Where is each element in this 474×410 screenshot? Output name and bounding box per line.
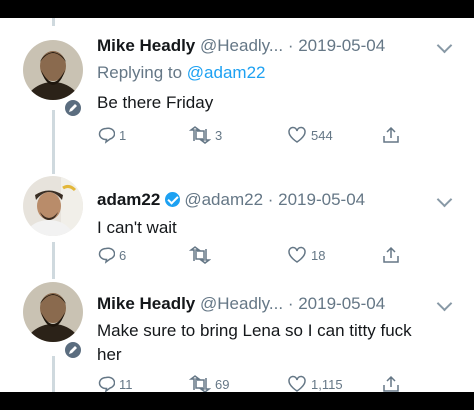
tweet-actions: 1 3 544 — [97, 126, 427, 150]
edit-badge[interactable] — [63, 340, 83, 360]
tweet-text: Make sure to bring Lena so I can titty f… — [97, 321, 412, 364]
avatar[interactable] — [23, 282, 83, 342]
tweet-text: I can't wait — [97, 218, 177, 237]
tweet-actions: 6 18 — [97, 246, 427, 270]
chevron-down-icon[interactable] — [436, 295, 453, 312]
like-button[interactable]: 544 — [287, 126, 333, 144]
author-handle[interactable]: @adam22 — [184, 190, 263, 209]
separator: · — [287, 36, 299, 55]
separator: · — [263, 190, 279, 209]
bearded-man-avatar-icon — [23, 40, 83, 100]
pencil-icon — [69, 346, 77, 354]
share-button[interactable] — [382, 126, 400, 144]
share-icon — [383, 126, 399, 143]
heart-icon — [288, 375, 306, 392]
author-handle[interactable]: @Headly... — [200, 294, 283, 313]
share-icon — [383, 375, 399, 392]
replying-prefix: Replying to — [97, 63, 187, 82]
share-button[interactable] — [382, 375, 400, 392]
chevron-down-icon[interactable] — [436, 191, 453, 208]
verified-icon — [165, 192, 181, 207]
tweet-date[interactable]: 2019-05-04 — [298, 294, 385, 313]
replying-to-handle[interactable]: @adam22 — [187, 63, 266, 82]
like-count: 544 — [311, 127, 333, 143]
edit-badge[interactable] — [63, 98, 83, 118]
tweet-thread: Mike Headly @Headly... · 2019-05-04 Repl… — [0, 18, 474, 392]
heart-icon — [288, 126, 306, 143]
reply-count: 6 — [119, 247, 127, 263]
replying-to: Replying to @adam22 — [97, 63, 265, 83]
tweet[interactable]: adam22 @adam22 · 2019-05-04 I can't wait … — [0, 166, 474, 266]
like-count: 1,115 — [311, 376, 343, 392]
retweet-icon — [189, 375, 211, 392]
retweet-count: 3 — [215, 127, 223, 143]
share-icon — [383, 246, 399, 263]
avatar[interactable] — [23, 40, 83, 100]
author-name[interactable]: Mike Headly — [97, 294, 195, 313]
tweet-date[interactable]: 2019-05-04 — [278, 190, 365, 209]
retweet-count: 69 — [215, 376, 230, 392]
reply-icon — [98, 247, 115, 264]
heart-icon — [288, 246, 306, 263]
reply-count: 1 — [119, 127, 127, 143]
reply-button[interactable]: 6 — [97, 246, 126, 264]
tweet-header: Mike Headly @Headly... · 2019-05-04 — [97, 294, 464, 318]
tweet[interactable]: Mike Headly @Headly... · 2019-05-04 Repl… — [0, 18, 474, 158]
tweet-date[interactable]: 2019-05-04 — [298, 36, 385, 55]
bearded-man-avatar-icon — [23, 282, 83, 342]
tweet-text: Be there Friday — [97, 93, 214, 112]
separator: · — [287, 294, 299, 313]
tweet[interactable]: Mike Headly @Headly... · 2019-05-04 Make… — [0, 272, 474, 392]
retweet-icon — [189, 246, 211, 264]
share-button[interactable] — [382, 246, 400, 264]
pencil-icon — [69, 104, 77, 112]
retweet-icon — [189, 126, 211, 144]
retweet-button[interactable]: 3 — [189, 126, 222, 144]
chevron-down-icon[interactable] — [436, 37, 453, 54]
reply-button[interactable]: 11 — [97, 375, 133, 392]
like-button[interactable]: 18 — [287, 246, 325, 264]
reply-icon — [98, 376, 115, 392]
author-handle[interactable]: @Headly... — [200, 36, 283, 55]
man-with-cap-avatar-icon — [23, 176, 83, 236]
tweet-header: adam22 @adam22 · 2019-05-04 — [97, 190, 464, 214]
retweet-button[interactable]: 69 — [189, 375, 229, 392]
like-count: 18 — [311, 247, 326, 263]
retweet-button[interactable] — [189, 246, 215, 264]
like-button[interactable]: 1,115 — [287, 375, 343, 392]
tweet-actions: 11 69 1,115 — [97, 375, 427, 392]
author-name[interactable]: Mike Headly — [97, 36, 195, 55]
reply-icon — [98, 127, 115, 144]
author-name[interactable]: adam22 — [97, 190, 160, 209]
avatar[interactable] — [23, 176, 83, 236]
reply-button[interactable]: 1 — [97, 126, 126, 144]
tweet-header: Mike Headly @Headly... · 2019-05-04 — [97, 36, 464, 60]
reply-count: 11 — [119, 376, 133, 392]
